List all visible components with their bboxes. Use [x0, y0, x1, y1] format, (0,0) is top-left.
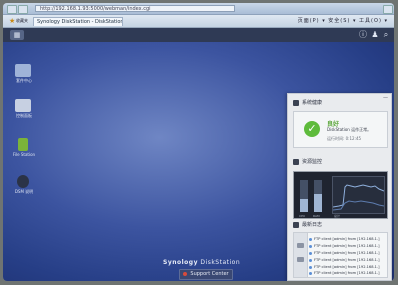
- main-menu-grid-icon[interactable]: ▦: [10, 30, 24, 40]
- support-center-button[interactable]: Support Center: [179, 269, 233, 280]
- desktop-icon-label: DSM 说明: [14, 189, 34, 194]
- browser-tools-menu[interactable]: 页面(P) ▾ 安全(S) ▾ 工具(O) ▾: [298, 17, 388, 24]
- refresh-icon[interactable]: [297, 243, 304, 248]
- forward-button[interactable]: [18, 5, 28, 14]
- ram-label: RAM: [313, 214, 320, 218]
- widget-panel: — 系统健康 ✓ 良好 DiskStation 运作正常。 运行时间: 0:12…: [287, 93, 392, 281]
- log-icon: [293, 221, 299, 228]
- synology-brand: Synology DiskStation: [163, 259, 241, 266]
- health-icon: [293, 99, 299, 106]
- info-dot-icon: [309, 271, 312, 275]
- favorites-label[interactable]: 收藏夹: [16, 18, 28, 24]
- network-graph: [332, 176, 385, 214]
- cpu-label: CPU: [299, 214, 306, 218]
- log-row: FTP client [admin] from [192.168.1.]: [309, 257, 385, 263]
- checkmark-icon: ✓: [304, 121, 320, 137]
- browser-titlebar: http://192.168.1.93:5000/webman/index.cg…: [3, 3, 394, 15]
- dsm-taskbar: ▦ ⓘ ♟ ⌕: [3, 28, 394, 42]
- file-station-icon[interactable]: [18, 138, 28, 151]
- user-icon[interactable]: ♟: [370, 30, 380, 40]
- desktop-icon-label: 控制面板: [16, 113, 32, 118]
- log-row: FTP client [admin] from [192.168.1.]: [309, 250, 385, 256]
- control-panel-icon[interactable]: [15, 99, 31, 112]
- log-row: FTP client [admin] from [192.168.1.]: [309, 243, 385, 249]
- resource-monitor-widget: CPU RAM 总计: [293, 171, 388, 219]
- address-bar[interactable]: http://192.168.1.93:5000/webman/index.cg…: [35, 5, 235, 12]
- log-row: FTP client [admin] from [192.168.1.]: [309, 270, 385, 276]
- health-widget-title: 系统健康: [293, 99, 322, 106]
- package-center-icon[interactable]: [15, 64, 31, 77]
- favorites-star-icon[interactable]: ★: [9, 17, 15, 25]
- info-dot-icon: [309, 265, 312, 269]
- desktop-icon-label: 套件中心: [16, 78, 32, 83]
- info-dot-icon: [309, 237, 312, 241]
- search-icon[interactable]: ⌕: [381, 30, 391, 40]
- log-row: FTP client [admin] from [192.168.1.]: [309, 236, 385, 242]
- health-uptime: 运行时间: 0:12:45: [327, 136, 362, 141]
- monitor-screen: http://192.168.1.93:5000/webman/index.cg…: [3, 3, 394, 281]
- recent-logs-widget: FTP client [admin] from [192.168.1.] FTP…: [293, 232, 388, 278]
- support-icon: [183, 271, 188, 276]
- dsm-help-icon[interactable]: [17, 175, 29, 188]
- browser-tabbar: ★ 收藏夹 Synology DiskStation - DiskStation…: [3, 15, 394, 28]
- more-icon[interactable]: [297, 257, 304, 262]
- info-icon[interactable]: ⓘ: [358, 30, 368, 40]
- chart-icon: [293, 158, 299, 165]
- close-window-button[interactable]: [383, 5, 393, 14]
- cpu-bar: [300, 180, 308, 212]
- back-button[interactable]: [7, 5, 17, 14]
- info-dot-icon: [309, 244, 312, 248]
- monitor-widget-title: 资源监控: [293, 158, 322, 165]
- network-label: 总计: [334, 214, 341, 218]
- ram-bar: [314, 180, 322, 212]
- log-sidebar: [294, 233, 308, 277]
- system-health-widget: ✓ 良好 DiskStation 运作正常。 运行时间: 0:12:45: [293, 111, 388, 148]
- panel-collapse-button[interactable]: —: [383, 95, 388, 101]
- browser-tab[interactable]: Synology DiskStation - DiskStation: [33, 17, 123, 26]
- network-graph-svg: [332, 184, 385, 211]
- health-description: DiskStation 运作正常。: [327, 127, 372, 132]
- info-dot-icon: [309, 251, 312, 255]
- logs-widget-title: 最新日志: [293, 221, 322, 228]
- info-dot-icon: [309, 258, 312, 262]
- desktop-icon-label: File Station: [12, 152, 36, 157]
